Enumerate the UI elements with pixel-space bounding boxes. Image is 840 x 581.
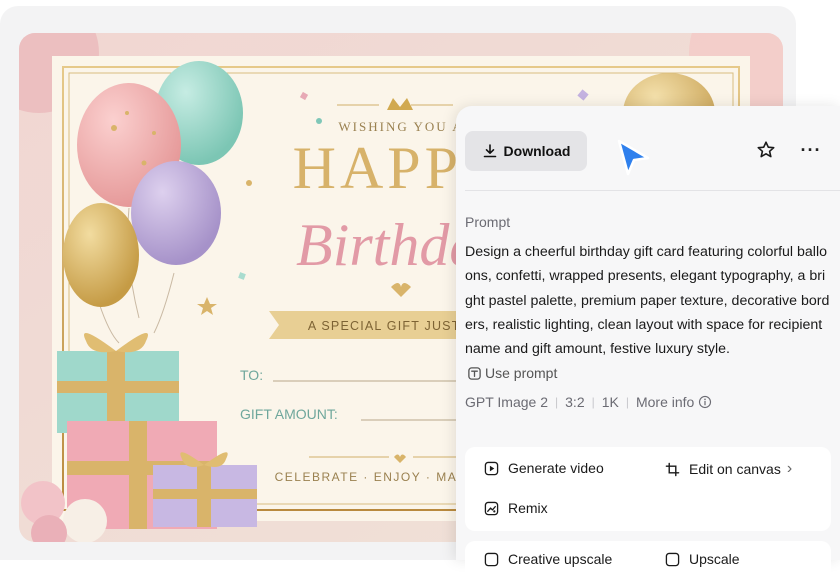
- card-wishing-text: WISHING YOU A: [338, 119, 463, 134]
- actions-group: Generate video Edit on canvas › Remix: [465, 447, 831, 531]
- upscale-actions-group: Creative upscale Upscale: [465, 541, 831, 581]
- cursor-arrow-icon: [617, 139, 650, 176]
- meta-model: GPT Image 2: [465, 394, 549, 410]
- remix-label: Remix: [508, 500, 548, 516]
- edit-on-canvas-button[interactable]: Edit on canvas ›: [665, 460, 792, 478]
- creative-upscale-label: Creative upscale: [508, 551, 613, 567]
- use-prompt-label: Use prompt: [485, 365, 558, 381]
- creative-upscale-icon: [484, 552, 499, 566]
- edit-on-canvas-label: Edit on canvas: [689, 461, 781, 477]
- remix-icon: [484, 501, 499, 515]
- download-icon: [483, 144, 496, 158]
- upscale-label: Upscale: [689, 551, 740, 567]
- download-label: Download: [503, 143, 571, 159]
- download-button[interactable]: Download: [465, 131, 587, 171]
- card-gift-label: GIFT AMOUNT:: [240, 406, 338, 422]
- favorite-button[interactable]: [754, 138, 778, 162]
- meta-size: 1K: [601, 394, 619, 410]
- crop-icon: [665, 462, 680, 476]
- creative-upscale-button[interactable]: Creative upscale: [484, 551, 612, 567]
- meta-ratio: 3:2: [565, 394, 585, 410]
- panel-divider: [465, 190, 840, 191]
- generate-video-label: Generate video: [508, 460, 604, 476]
- use-prompt-button[interactable]: Use prompt: [467, 365, 557, 381]
- prompt-label: Prompt: [465, 214, 511, 230]
- meta-separator: |: [591, 395, 595, 409]
- upscale-button[interactable]: Upscale: [665, 551, 740, 567]
- use-prompt-icon: [468, 366, 481, 380]
- meta-separator: |: [625, 395, 629, 409]
- more-info-label: More info: [635, 394, 695, 410]
- generate-video-button[interactable]: Generate video: [484, 460, 604, 476]
- card-to-label: TO:: [240, 367, 263, 383]
- play-video-icon: [484, 461, 499, 475]
- remix-button[interactable]: Remix: [484, 500, 548, 516]
- more-icon: ···: [800, 139, 822, 160]
- image-details-panel: Download ··· Prompt Design a cheerful bi…: [456, 106, 840, 581]
- more-options-button[interactable]: ···: [798, 138, 824, 162]
- upscale-icon: [665, 552, 680, 566]
- image-metadata: GPT Image 2 | 3:2 | 1K | More info: [465, 394, 712, 410]
- prompt-text: Design a cheerful birthday gift card fea…: [465, 244, 830, 358]
- more-info-link[interactable]: More info: [636, 394, 712, 410]
- chevron-right-icon: ›: [786, 460, 793, 477]
- info-icon: [699, 395, 712, 409]
- meta-separator: |: [555, 395, 559, 409]
- star-icon: [757, 141, 775, 158]
